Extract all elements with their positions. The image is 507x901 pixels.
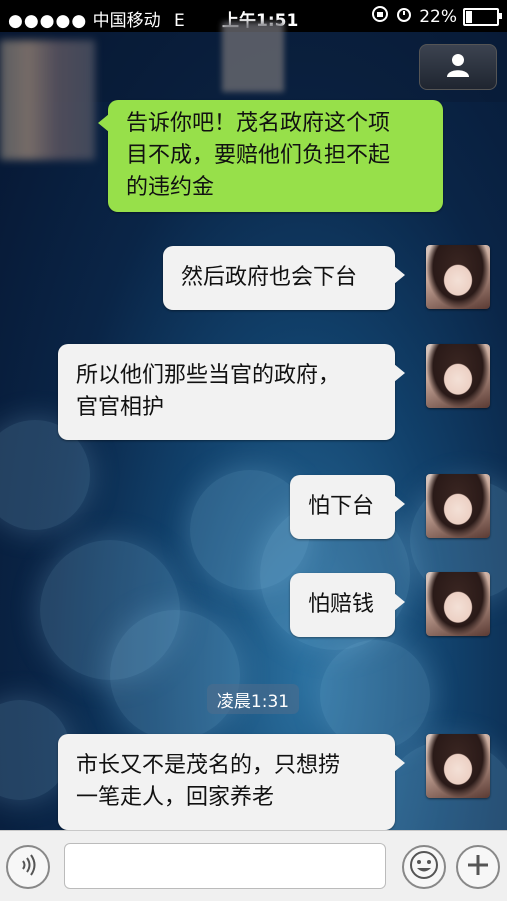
- avatar[interactable]: [426, 344, 490, 408]
- avatar[interactable]: [426, 245, 490, 309]
- carrier-info: ●●●●● 中国移动 E: [8, 6, 185, 31]
- rotation-lock-icon: [371, 5, 389, 28]
- message-bubble[interactable]: 市长又不是茂名的，只想捞 一笔走人，回家养老: [58, 734, 405, 830]
- message-text: 一笔走人，回家养老: [76, 785, 275, 810]
- voice-icon: [16, 853, 40, 881]
- pixelated-title: [222, 22, 284, 92]
- message-bubble[interactable]: 然后政府也会下台: [163, 246, 405, 310]
- message-input[interactable]: [64, 843, 386, 889]
- message-text: 怕下台: [308, 494, 375, 519]
- message-bubble[interactable]: 告诉你吧！茂名政府这个项 目不成，要赔他们负担不起 的违约金: [98, 100, 443, 212]
- message-text: 官官相护: [76, 395, 165, 420]
- more-button[interactable]: [456, 845, 500, 889]
- avatar[interactable]: [426, 572, 490, 636]
- avatar[interactable]: [426, 734, 490, 798]
- carrier-name: 中国移动: [92, 11, 161, 31]
- message-text: 所以他们那些当官的政府，: [76, 363, 341, 388]
- message-text: 怕赔钱: [308, 592, 375, 617]
- network-type: E: [173, 11, 185, 31]
- contact-profile-button[interactable]: [419, 44, 497, 90]
- battery-icon: [463, 7, 502, 26]
- signal-strength: ●●●●●: [8, 11, 88, 31]
- message-bubble[interactable]: 怕赔钱: [290, 573, 405, 637]
- avatar[interactable]: [426, 474, 490, 538]
- pixelated-area: [0, 40, 95, 160]
- plus-icon: [465, 852, 491, 882]
- battery-percent: 22%: [419, 6, 457, 27]
- chat-timestamp: 凌晨1:31: [207, 684, 299, 714]
- message-text: 目不成，要赔他们负担不起: [126, 143, 391, 168]
- message-text: 然后政府也会下台: [181, 265, 358, 290]
- person-icon: [444, 51, 472, 83]
- emoji-icon: [409, 850, 439, 884]
- message-bubble[interactable]: 所以他们那些当官的政府， 官官相护: [58, 344, 405, 440]
- alarm-icon: [395, 5, 413, 28]
- message-text: 告诉你吧！茂名政府这个项: [126, 111, 391, 136]
- message-text: 的违约金: [126, 175, 215, 200]
- voice-button[interactable]: [6, 845, 50, 889]
- message-text: 市长又不是茂名的，只想捞: [76, 753, 341, 778]
- input-toolbar: [0, 830, 507, 901]
- emoji-button[interactable]: [402, 845, 446, 889]
- message-bubble[interactable]: 怕下台: [290, 475, 405, 539]
